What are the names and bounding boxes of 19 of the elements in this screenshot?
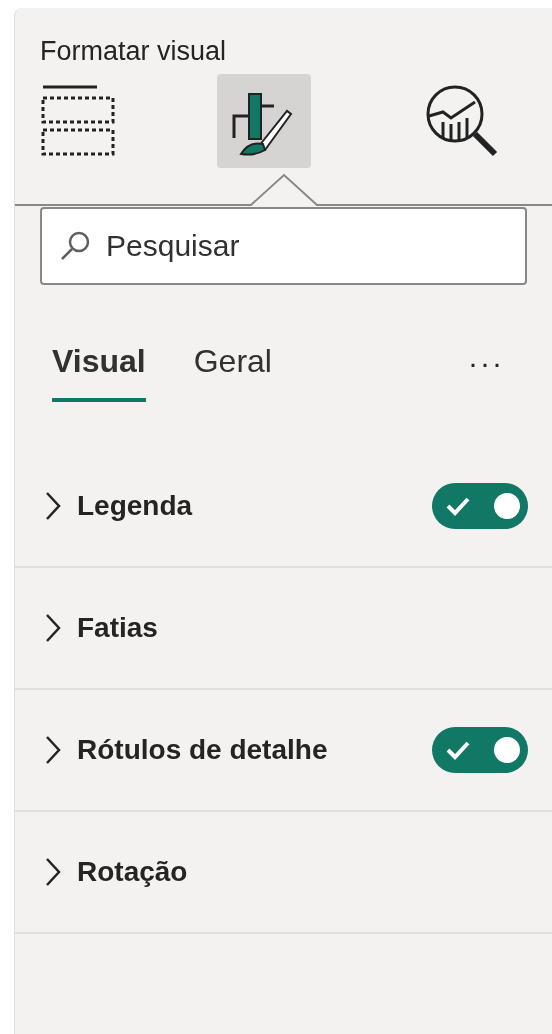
tab[interactable]: Visual	[52, 343, 146, 402]
tab[interactable]: Geral	[193, 343, 272, 402]
checkmark-icon	[446, 740, 470, 760]
toggle-switch[interactable]	[432, 727, 528, 773]
chevron-right-icon	[45, 613, 61, 643]
chevron-right-icon	[45, 735, 61, 765]
more-button[interactable]: ···	[468, 345, 504, 400]
section-row[interactable]: Rótulos de detalhe	[15, 690, 552, 812]
fields-icon[interactable]	[41, 84, 115, 158]
pane-title: Formatar visual	[39, 35, 227, 67]
chevron-right-icon	[45, 491, 61, 521]
chevron-right-icon	[45, 857, 61, 887]
search-field[interactable]: Pesquisar	[40, 207, 527, 285]
section-row[interactable]: Fatias	[15, 568, 552, 690]
analytics-search-icon[interactable]	[425, 84, 499, 158]
checkmark-icon	[446, 496, 470, 516]
toggle-switch[interactable]	[432, 483, 528, 529]
section-row[interactable]: Rotação	[15, 812, 552, 934]
section-row[interactable]: Legenda	[15, 446, 552, 568]
